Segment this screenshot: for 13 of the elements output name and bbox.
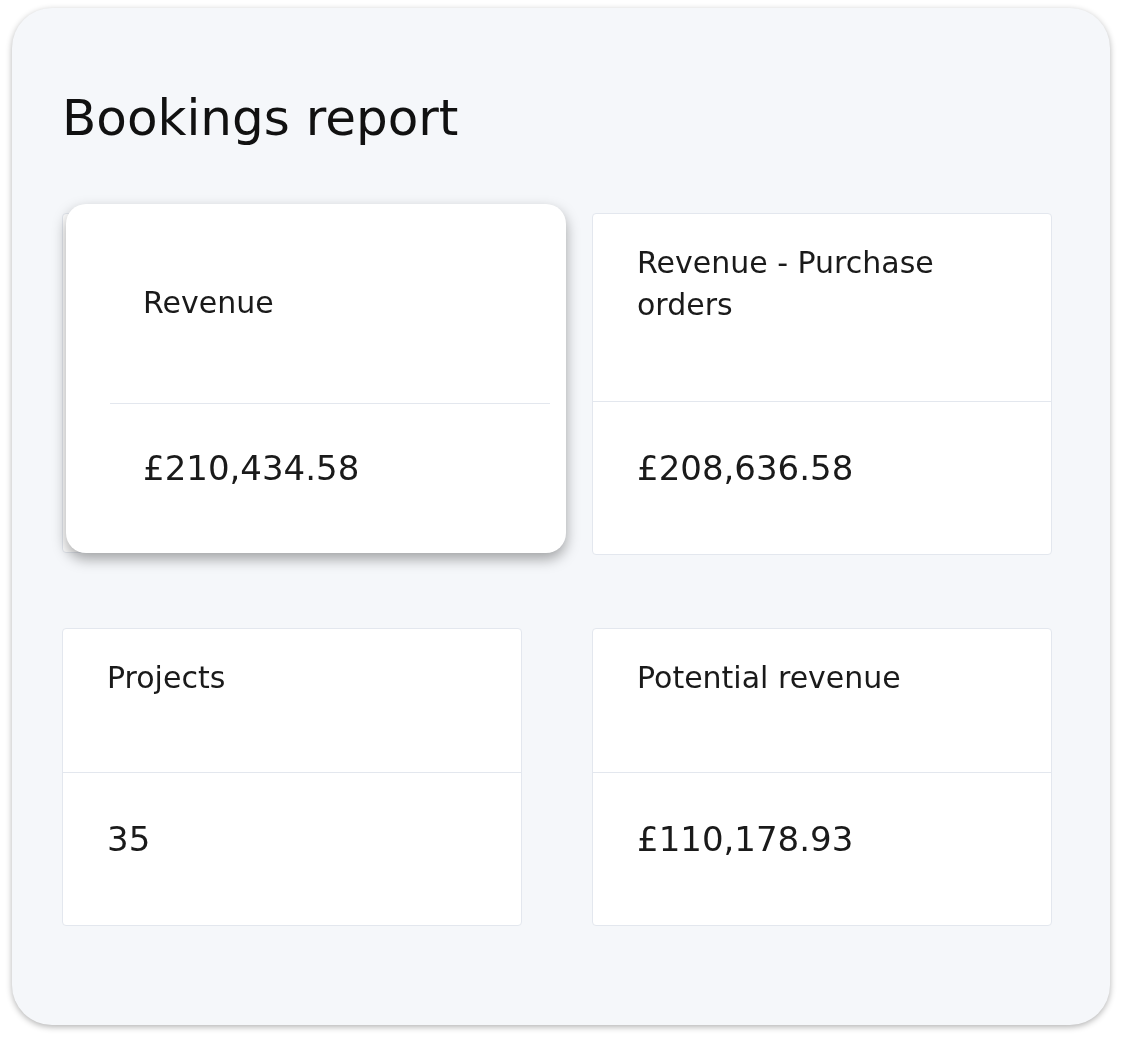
card-label: Revenue - Purchase orders [637,244,935,324]
card-value: £208,636.58 [637,448,854,488]
metric-card[interactable]: Projects 35 [62,628,522,926]
card-label: Potential revenue [637,659,902,697]
metric-card[interactable]: Revenue - Purchase orders £208,636.58 [592,213,1052,555]
report-title: Bookings report [62,88,460,148]
metric-card[interactable]: Potential revenue £110,178.93 [592,628,1052,926]
card-value: 35 [107,819,151,859]
metric-card[interactable]: Revenue £210,434.58 [66,204,566,553]
card-label: Projects [107,659,227,697]
card-label: Revenue [143,285,274,320]
card-value: £210,434.58 [143,448,360,488]
card-value: £110,178.93 [637,819,854,859]
